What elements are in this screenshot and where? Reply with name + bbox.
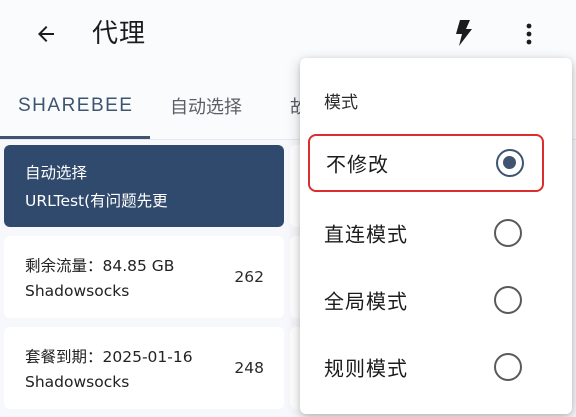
mode-menu: 模式 不修改 直连模式 全局模式 规则模式 bbox=[300, 58, 572, 414]
menu-item-direct-mode[interactable]: 直连模式 bbox=[308, 204, 544, 262]
tab-auto-select[interactable]: 自动选择 bbox=[170, 72, 242, 140]
proxy-card-auto-select[interactable]: 自动选择 URLTest(有问题先更 bbox=[4, 145, 284, 227]
lightning-bolt-icon bbox=[456, 20, 472, 46]
menu-item-no-change[interactable]: 不修改 bbox=[308, 134, 544, 192]
radio-unchecked-icon[interactable] bbox=[494, 286, 522, 314]
menu-item-rule-mode[interactable]: 规则模式 bbox=[308, 338, 544, 396]
more-vertical-icon bbox=[526, 23, 532, 45]
proxy-type: URLTest(有问题先更 bbox=[25, 192, 168, 210]
tab-sharebee[interactable]: SHAREBEE bbox=[18, 72, 133, 140]
proxy-type: Shadowsocks bbox=[25, 373, 130, 391]
radio-unchecked-icon[interactable] bbox=[494, 353, 522, 381]
proxy-card-remaining-traffic[interactable]: 剩余流量：84.85 GB Shadowsocks 262 bbox=[4, 236, 284, 318]
back-button[interactable] bbox=[30, 18, 62, 50]
page-title: 代理 bbox=[92, 19, 147, 49]
tab-indicator bbox=[0, 136, 150, 139]
proxy-name: 自动选择 bbox=[25, 164, 88, 182]
menu-item-label: 不修改 bbox=[326, 152, 389, 177]
arrow-left-icon bbox=[38, 26, 54, 42]
menu-header: 模式 bbox=[324, 93, 358, 113]
radio-checked-icon[interactable] bbox=[496, 149, 524, 177]
menu-item-label: 全局模式 bbox=[324, 289, 408, 314]
more-options-button[interactable] bbox=[514, 18, 544, 50]
bolt-button[interactable] bbox=[448, 16, 478, 50]
menu-item-label: 直连模式 bbox=[324, 222, 408, 247]
proxy-name: 套餐到期：2025-01-16 bbox=[25, 348, 193, 366]
menu-item-label: 规则模式 bbox=[324, 356, 408, 381]
proxy-name: 剩余流量：84.85 GB bbox=[25, 257, 175, 275]
proxy-type: Shadowsocks bbox=[25, 282, 130, 300]
radio-unchecked-icon[interactable] bbox=[494, 219, 522, 247]
menu-item-global-mode[interactable]: 全局模式 bbox=[308, 271, 544, 329]
proxy-latency: 262 bbox=[234, 268, 264, 286]
proxy-latency: 248 bbox=[234, 359, 264, 377]
proxy-card-plan-expiry[interactable]: 套餐到期：2025-01-16 Shadowsocks 248 bbox=[4, 327, 284, 409]
